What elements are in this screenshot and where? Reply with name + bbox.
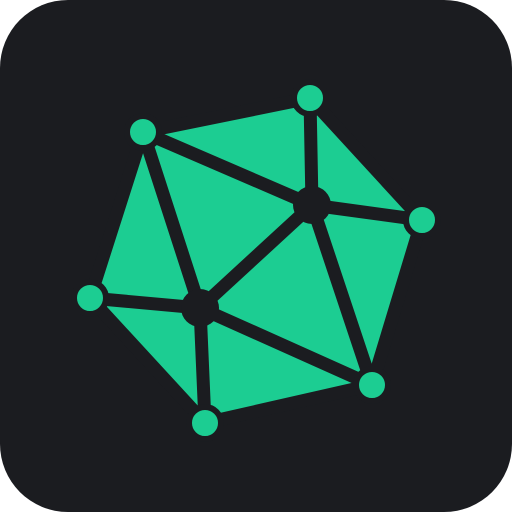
- mesh-node: [186, 404, 224, 442]
- mesh-node: [291, 79, 329, 117]
- app-icon: [0, 0, 512, 512]
- network-mesh-icon: [0, 0, 512, 512]
- mesh-hub-node: [181, 289, 219, 327]
- mesh-node: [124, 113, 162, 151]
- mesh-node: [403, 201, 441, 239]
- mesh-node: [71, 279, 109, 317]
- mesh-node: [353, 366, 391, 404]
- mesh-hub-node: [293, 186, 331, 224]
